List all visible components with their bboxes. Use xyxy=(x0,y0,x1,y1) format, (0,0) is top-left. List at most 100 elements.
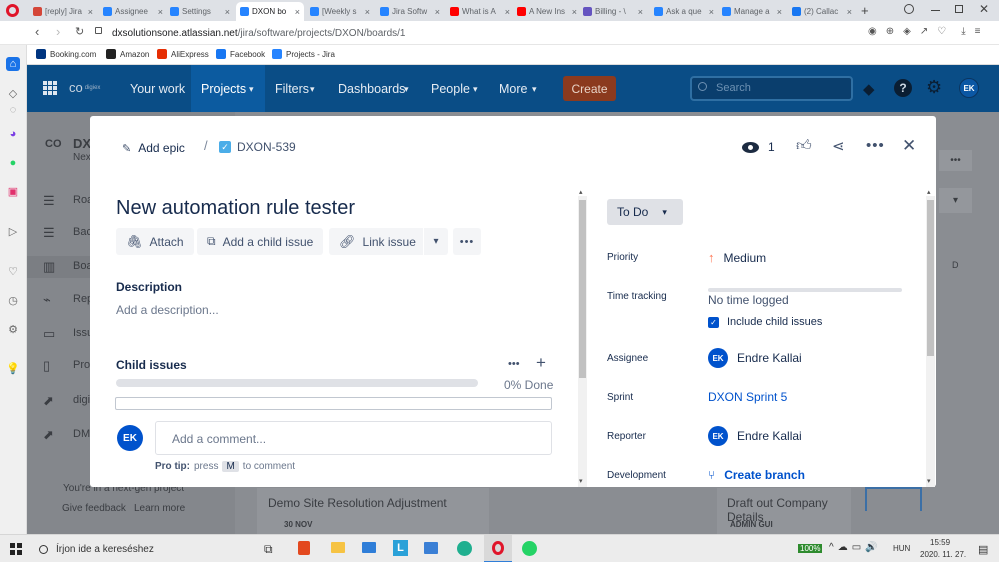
settings-icon[interactable]: ⚙ xyxy=(6,323,20,337)
bookmark-item[interactable]: Amazon xyxy=(106,49,149,59)
child-issues-more-icon[interactable]: ••• xyxy=(508,358,520,370)
browser-tab[interactable]: Manage a × xyxy=(718,2,786,21)
close-icon[interactable]: ✕ xyxy=(902,136,916,156)
tab-close-icon[interactable]: × xyxy=(435,7,440,17)
link-issue-dropdown[interactable]: ▾ xyxy=(423,228,448,255)
menu-icon[interactable]: ≡ xyxy=(975,26,981,37)
add-child-plus-icon[interactable]: + xyxy=(536,353,546,373)
animation-icon[interactable]: ◌ xyxy=(6,103,20,117)
reporter-field[interactable]: EK Endre Kallai xyxy=(708,426,802,446)
create-branch-link[interactable]: ⑂ Create branch xyxy=(708,468,805,482)
left-scrollbar-thumb[interactable] xyxy=(579,200,586,378)
clock-time[interactable]: 15:59 xyxy=(930,538,950,547)
help-icon[interactable]: ? xyxy=(894,79,912,97)
download-icon[interactable]: ⤓ xyxy=(961,26,965,37)
tab-close-icon[interactable]: × xyxy=(225,7,230,17)
tab-close-icon[interactable]: × xyxy=(638,7,643,17)
board-card[interactable]: Demo Site Resolution Adjustment 30 NOV xyxy=(257,488,489,534)
nav-dashboards[interactable]: Dashboards xyxy=(338,82,405,96)
status-dropdown[interactable]: To Do ▾ xyxy=(607,199,683,225)
messenger-icon[interactable]: ◕ xyxy=(6,127,20,141)
profile-avatar[interactable]: EK xyxy=(959,78,979,98)
forward-icon[interactable]: › xyxy=(56,24,60,39)
tab-close-icon[interactable]: × xyxy=(88,7,93,17)
taskbar-search[interactable]: Írjon ide a kereséshez xyxy=(33,535,253,562)
tab-close-icon[interactable]: × xyxy=(505,7,510,17)
tab-close-icon[interactable]: × xyxy=(777,7,782,17)
like-icon[interactable]: 👍︎ xyxy=(796,137,812,155)
scroll-down-arrow-icon[interactable]: ▾ xyxy=(579,477,583,485)
issue-title[interactable]: New automation rule tester xyxy=(116,197,355,220)
more-buttons[interactable]: ••• xyxy=(453,228,481,255)
nav-filters[interactable]: Filters xyxy=(275,82,309,96)
browser-tab[interactable]: A New Ins × xyxy=(513,2,581,21)
shield-icon[interactable]: ◈ xyxy=(903,26,911,37)
settings-gear-icon[interactable]: ⚙ xyxy=(926,77,942,98)
file-explorer-icon[interactable] xyxy=(331,542,345,553)
language-indicator[interactable]: HUN xyxy=(893,544,910,553)
tab-close-icon[interactable]: × xyxy=(365,7,370,17)
watch-button[interactable]: 1 xyxy=(742,140,775,154)
nav-people[interactable]: People xyxy=(431,82,470,96)
speed-dial-icon[interactable]: ◇ xyxy=(6,87,20,101)
store-icon[interactable] xyxy=(424,542,438,554)
whatsapp-icon[interactable]: ● xyxy=(6,156,20,170)
browser-tab[interactable]: Billing - \ × xyxy=(579,2,647,21)
create-button[interactable]: Create xyxy=(563,76,616,101)
scroll-up-arrow-icon[interactable]: ▴ xyxy=(927,188,931,196)
zoom-icon[interactable]: ⊕ xyxy=(886,26,894,37)
camera-icon[interactable]: ◉ xyxy=(868,26,877,37)
board-card-2[interactable]: Draft out Company Details ADMIN GUI xyxy=(717,488,851,534)
bookmark-item[interactable]: Projects - Jira xyxy=(272,49,335,59)
app-l-icon[interactable]: L xyxy=(393,540,408,556)
restore-icon[interactable] xyxy=(955,5,963,13)
back-icon[interactable]: ‹ xyxy=(35,24,39,39)
include-child-checkbox[interactable]: ✓ Include child issues xyxy=(708,316,822,328)
browser-tab[interactable]: Jira Softw × xyxy=(376,2,444,21)
give-feedback-link[interactable]: Give feedback xyxy=(62,503,126,514)
opera-taskbar-button[interactable] xyxy=(484,535,512,562)
instagram-icon[interactable]: ▣ xyxy=(6,185,20,199)
company-logo[interactable]: ᴄᴏ digiex xyxy=(69,80,100,95)
right-scrollbar-thumb[interactable] xyxy=(927,200,934,356)
nav-more[interactable]: More xyxy=(499,82,527,96)
time-tracking-bar[interactable] xyxy=(708,288,902,292)
left-scrollbar[interactable] xyxy=(578,196,587,487)
notifications-icon[interactable]: ◆ xyxy=(863,80,875,98)
bookmark-item[interactable]: Booking.com xyxy=(36,49,96,59)
learn-more-link[interactable]: Learn more xyxy=(134,503,185,514)
add-child-issue-button[interactable]: ⧉ Add a child issue xyxy=(197,228,324,255)
description-field[interactable]: Add a description... xyxy=(116,303,219,317)
clock-date[interactable]: 2020. 11. 27. xyxy=(920,550,966,559)
browser-tab[interactable]: Ask a que × xyxy=(650,2,718,21)
sprint-link[interactable]: DXON Sprint 5 xyxy=(708,390,787,404)
tab-close-icon[interactable]: × xyxy=(158,7,163,17)
browser-tab[interactable]: [reply] Jira × xyxy=(29,2,97,21)
issue-key-link[interactable]: ✓ DXON-539 xyxy=(219,140,296,154)
reload-icon[interactable]: ↻ xyxy=(75,25,84,38)
task-view-icon[interactable]: ⧉ xyxy=(264,542,273,557)
whatsapp-taskbar-icon[interactable] xyxy=(522,541,537,556)
scroll-down-arrow-icon[interactable]: ▾ xyxy=(927,477,931,485)
search-tabs-icon[interactable] xyxy=(904,4,914,14)
mail-icon[interactable] xyxy=(362,542,376,553)
nav-projects-active[interactable]: Projects ▾ xyxy=(191,65,265,112)
new-tab-button[interactable]: + xyxy=(861,3,869,18)
more-actions-icon[interactable]: ••• xyxy=(866,137,885,154)
tab-close-icon[interactable]: × xyxy=(709,7,714,17)
browser-tab[interactable]: [Weekly s × xyxy=(306,2,374,21)
browser-tab[interactable]: Assignee × xyxy=(99,2,167,21)
comment-input[interactable]: Add a comment... xyxy=(155,421,552,455)
notification-center-icon[interactable]: ▤ xyxy=(978,543,988,556)
minimize-icon[interactable] xyxy=(931,10,940,11)
url-field[interactable]: dxsolutionsone.atlassian.net /jira/softw… xyxy=(92,24,852,42)
home-icon[interactable]: ⌂ xyxy=(6,57,20,71)
close-window-icon[interactable]: ✕ xyxy=(979,2,989,16)
tray-icons[interactable]: ^☁▭🔊 xyxy=(829,542,882,553)
share-icon[interactable]: ↗ xyxy=(920,26,928,37)
opera-logo-icon[interactable] xyxy=(6,4,19,17)
history-icon[interactable]: ◷ xyxy=(6,294,20,308)
bookmark-item[interactable]: Facebook xyxy=(216,49,265,59)
tips-icon[interactable]: 💡 xyxy=(6,362,20,376)
link-issue-button[interactable]: 🔗︎ Link issue xyxy=(329,228,426,255)
